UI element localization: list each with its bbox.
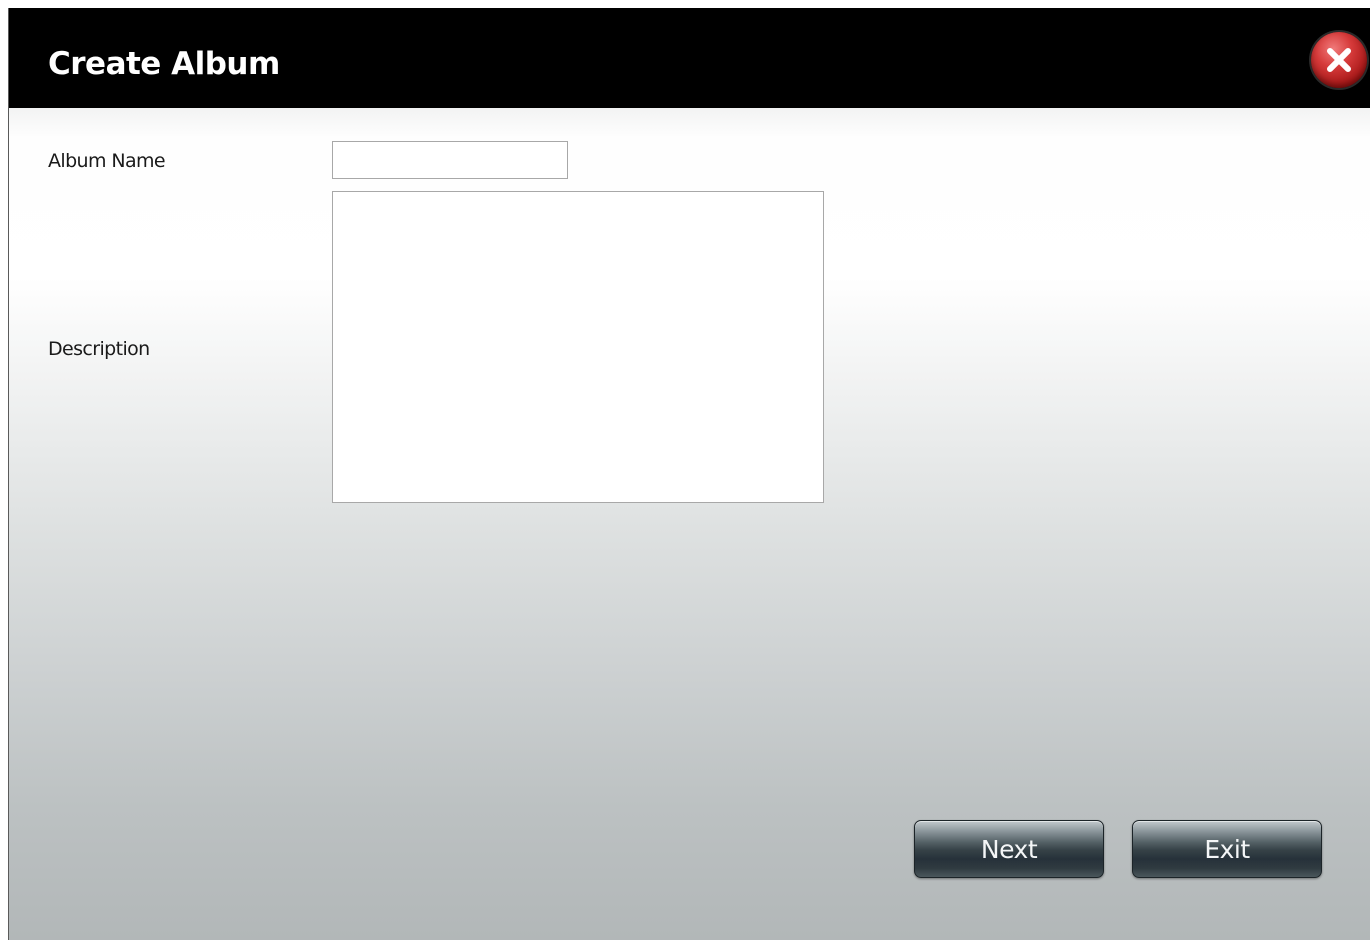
dialog-body: Album Name Description Next Exit — [9, 108, 1370, 940]
dialog-titlebar: Create Album — [9, 8, 1370, 108]
close-icon — [1327, 48, 1351, 72]
next-button[interactable]: Next — [914, 820, 1104, 878]
album-name-label: Album Name — [48, 150, 166, 172]
dialog-title: Create Album — [48, 46, 280, 82]
album-name-input[interactable] — [332, 141, 568, 179]
exit-button[interactable]: Exit — [1132, 820, 1322, 878]
close-button[interactable] — [1311, 32, 1367, 88]
description-label: Description — [48, 338, 150, 360]
description-textarea[interactable] — [332, 191, 824, 503]
create-album-dialog: Create Album Album Name Description Next… — [8, 8, 1370, 940]
